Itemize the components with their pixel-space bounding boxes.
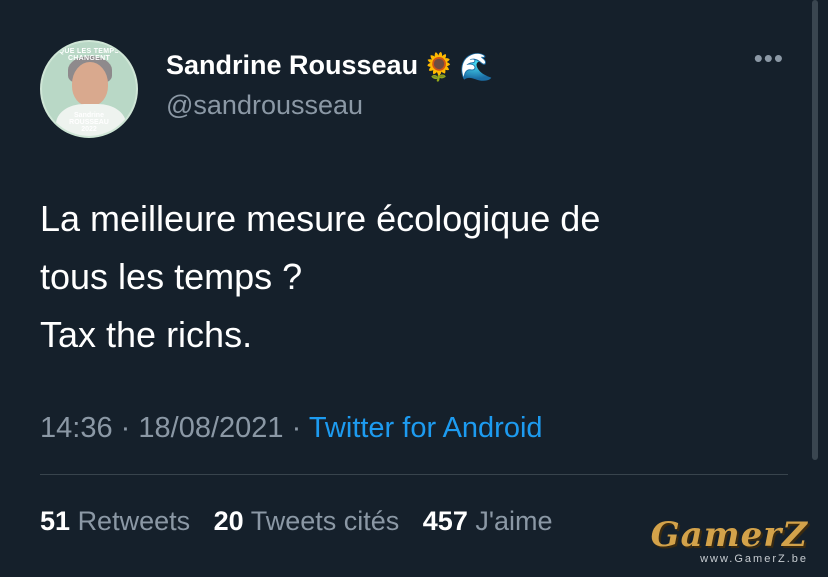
wave-emoji-icon: 🌊 (459, 51, 494, 82)
retweets-stat[interactable]: 51 Retweets (40, 506, 190, 536)
avatar-face (72, 62, 108, 106)
tweet-text: La meilleure mesure écologique de tous l… (40, 190, 780, 364)
retweets-count: 51 (40, 506, 71, 536)
sunflower-emoji-icon: 🌻 (422, 51, 456, 82)
meta-separator: · (120, 412, 131, 444)
tweet-meta: 14:36 · 18/08/2021 · Twitter for Android (40, 412, 543, 445)
meta-separator: · (291, 412, 302, 444)
avatar[interactable]: QUE LES TEMPS CHANGENT Sandrine ROUSSEAU… (40, 40, 138, 138)
tweet-date[interactable]: 18/08/2021 (138, 412, 283, 444)
quotes-stat[interactable]: 20 Tweets cités (214, 506, 400, 536)
likes-stat[interactable]: 457 J'aime (423, 506, 553, 536)
tweet-line: Tax the richs. (40, 314, 253, 355)
author-name-text: Sandrine Rousseau (166, 50, 419, 80)
likes-label: J'aime (475, 506, 553, 536)
author-name[interactable]: Sandrine Rousseau 🌻 🌊 (166, 50, 493, 83)
more-dots-icon[interactable]: ••• (754, 45, 784, 71)
tweet-header: QUE LES TEMPS CHANGENT Sandrine ROUSSEAU… (40, 40, 788, 140)
author-handle[interactable]: @sandrousseau (166, 90, 363, 121)
tweet-source-link[interactable]: Twitter for Android (309, 412, 543, 444)
quotes-label: Tweets cités (250, 506, 400, 536)
tweet-stats: 51 Retweets 20 Tweets cités 457 J'aime (40, 506, 553, 537)
quotes-count: 20 (213, 506, 244, 536)
retweets-label: Retweets (77, 506, 191, 536)
avatar-stamp-line: Sandrine (74, 112, 104, 119)
avatar-stamp-line: 2022 (81, 126, 97, 133)
avatar-stamp: Sandrine ROUSSEAU 2022 (42, 112, 136, 133)
tweet-line: tous les temps ? (40, 256, 303, 297)
scrollbar[interactable] (812, 0, 818, 460)
watermark: GamerZ www.GamerZ.be (651, 518, 808, 566)
avatar-ring-text: QUE LES TEMPS CHANGENT (58, 48, 120, 62)
tweet-time[interactable]: 14:36 (40, 412, 113, 444)
watermark-logo: GamerZ (650, 515, 808, 555)
likes-count: 457 (422, 506, 468, 536)
avatar-stamp-line: ROUSSEAU (69, 119, 109, 126)
tweet-line: La meilleure mesure écologique de (40, 198, 601, 239)
divider (40, 474, 788, 475)
